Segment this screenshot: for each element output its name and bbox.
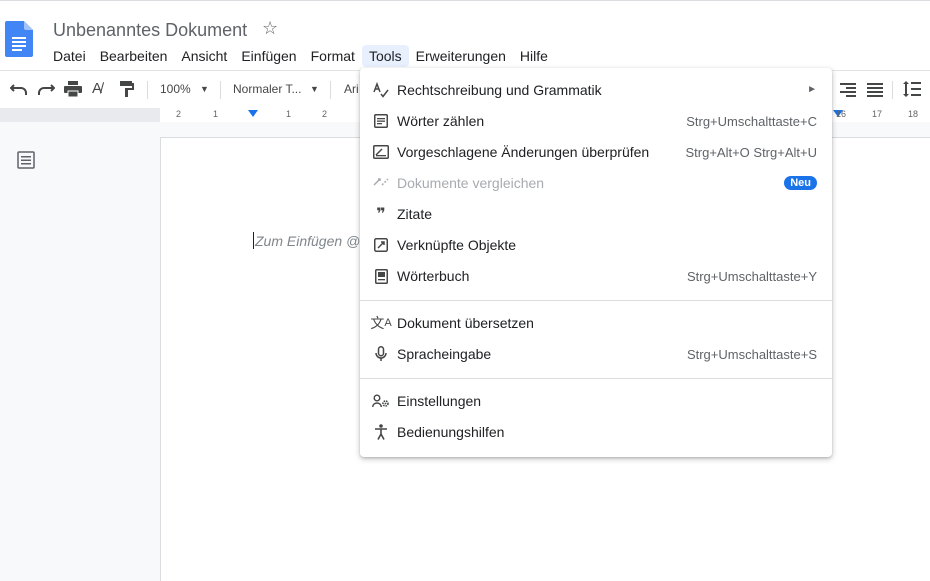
zoom-select[interactable]: 100% bbox=[160, 82, 191, 96]
preferences-icon bbox=[372, 392, 390, 410]
ruler-number: 1 bbox=[213, 109, 219, 119]
menu-item-citations[interactable]: ❞ Zitate bbox=[360, 199, 832, 230]
insert-placeholder[interactable]: Zum Einfügen @ bbox=[255, 233, 360, 249]
menu-erweiterungen[interactable]: Erweiterungen bbox=[409, 45, 513, 67]
new-badge: Neu bbox=[784, 176, 817, 190]
linked-objects-icon bbox=[372, 236, 390, 254]
ruler-number: 17 bbox=[872, 109, 883, 119]
accessibility-icon bbox=[372, 423, 390, 441]
compare-icon bbox=[372, 174, 390, 192]
menu-tools[interactable]: Tools bbox=[361, 45, 409, 67]
ruler-number: 2 bbox=[322, 109, 328, 119]
menu-ansicht[interactable]: Ansicht bbox=[174, 45, 234, 67]
shortcut-text: Strg+Umschalttaste+C bbox=[686, 114, 817, 129]
dictionary-icon bbox=[372, 267, 390, 285]
chevron-down-icon[interactable]: ▼ bbox=[200, 84, 209, 94]
spellcheck-icon bbox=[372, 81, 390, 99]
quote-icon: ❞ bbox=[376, 206, 386, 223]
menu-separator bbox=[360, 378, 832, 379]
menu-item-spellcheck[interactable]: Rechtschreibung und Grammatik ► bbox=[360, 75, 832, 106]
docs-logo-icon[interactable] bbox=[5, 21, 33, 57]
document-title[interactable]: Unbenanntes Dokument bbox=[53, 20, 247, 41]
translate-icon: 文A bbox=[370, 315, 392, 331]
chevron-down-icon[interactable]: ▼ bbox=[310, 84, 319, 94]
microphone-icon bbox=[372, 345, 390, 363]
shortcut-text: Strg+Alt+O Strg+Alt+U bbox=[685, 145, 817, 160]
menu-format[interactable]: Format bbox=[304, 45, 362, 67]
shortcut-text: Strg+Umschalttaste+Y bbox=[686, 269, 817, 284]
paint-format-icon[interactable] bbox=[120, 81, 134, 97]
ruler-number: 16 bbox=[836, 109, 847, 119]
menu-item-translate-document[interactable]: 文A Dokument übersetzen bbox=[360, 308, 832, 339]
shortcut-text: Strg+Umschalttaste+S bbox=[686, 347, 817, 362]
header: Unbenanntes Dokument ☆ Datei Bearbeiten … bbox=[0, 0, 930, 70]
align-right-icon[interactable] bbox=[840, 83, 856, 97]
menu-einfuegen[interactable]: Einfügen bbox=[234, 45, 303, 67]
menu-bearbeiten[interactable]: Bearbeiten bbox=[93, 45, 175, 67]
font-select[interactable]: Ari bbox=[344, 82, 359, 96]
toolbar-divider bbox=[892, 81, 893, 99]
ruler-number: 2 bbox=[176, 109, 182, 119]
docs-window: Unbenanntes Dokument ☆ Datei Bearbeiten … bbox=[0, 0, 930, 581]
ruler-number: 18 bbox=[908, 109, 919, 119]
tools-dropdown-menu: Rechtschreibung und Grammatik ► Wörter z… bbox=[360, 68, 832, 457]
review-icon bbox=[372, 143, 390, 161]
word-count-icon bbox=[372, 112, 390, 130]
menu-item-compare-documents[interactable]: Dokumente vergleichen Neu bbox=[360, 168, 832, 199]
indent-marker[interactable] bbox=[248, 110, 258, 117]
print-icon[interactable] bbox=[64, 81, 82, 97]
undo-icon[interactable] bbox=[10, 82, 28, 96]
align-justify-icon[interactable] bbox=[867, 83, 883, 97]
style-select[interactable]: Normaler T... bbox=[233, 82, 301, 96]
line-spacing-icon[interactable] bbox=[903, 81, 921, 97]
menu-hilfe[interactable]: Hilfe bbox=[513, 45, 555, 67]
ruler-number: 1 bbox=[286, 109, 292, 119]
menu-item-dictionary[interactable]: Wörterbuch Strg+Umschalttaste+Y bbox=[360, 261, 832, 292]
submenu-arrow-icon: ► bbox=[807, 84, 817, 95]
toolbar-divider bbox=[147, 81, 148, 99]
menu-datei[interactable]: Datei bbox=[46, 45, 93, 67]
menu-separator bbox=[360, 300, 832, 301]
redo-icon[interactable] bbox=[37, 82, 55, 96]
menu-item-linked-objects[interactable]: Verknüpfte Objekte bbox=[360, 230, 832, 261]
toolbar-divider bbox=[220, 81, 221, 99]
menu-item-accessibility[interactable]: Bedienungshilfen bbox=[360, 417, 832, 448]
menu-item-voice-typing[interactable]: Spracheingabe Strg+Umschalttaste+S bbox=[360, 339, 832, 370]
menu-item-word-count[interactable]: Wörter zählen Strg+Umschalttaste+C bbox=[360, 106, 832, 137]
menubar: Datei Bearbeiten Ansicht Einfügen Format… bbox=[46, 45, 555, 67]
menu-item-preferences[interactable]: Einstellungen bbox=[360, 386, 832, 417]
toolbar-divider bbox=[330, 81, 331, 99]
menu-item-review-suggestions[interactable]: Vorgeschlagene Änderungen überprüfen Str… bbox=[360, 137, 832, 168]
spellcheck-toolbar-icon[interactable]: A̸ bbox=[92, 79, 102, 99]
text-cursor bbox=[253, 232, 254, 249]
document-outline-icon[interactable] bbox=[17, 151, 35, 169]
star-icon[interactable]: ☆ bbox=[262, 18, 278, 39]
